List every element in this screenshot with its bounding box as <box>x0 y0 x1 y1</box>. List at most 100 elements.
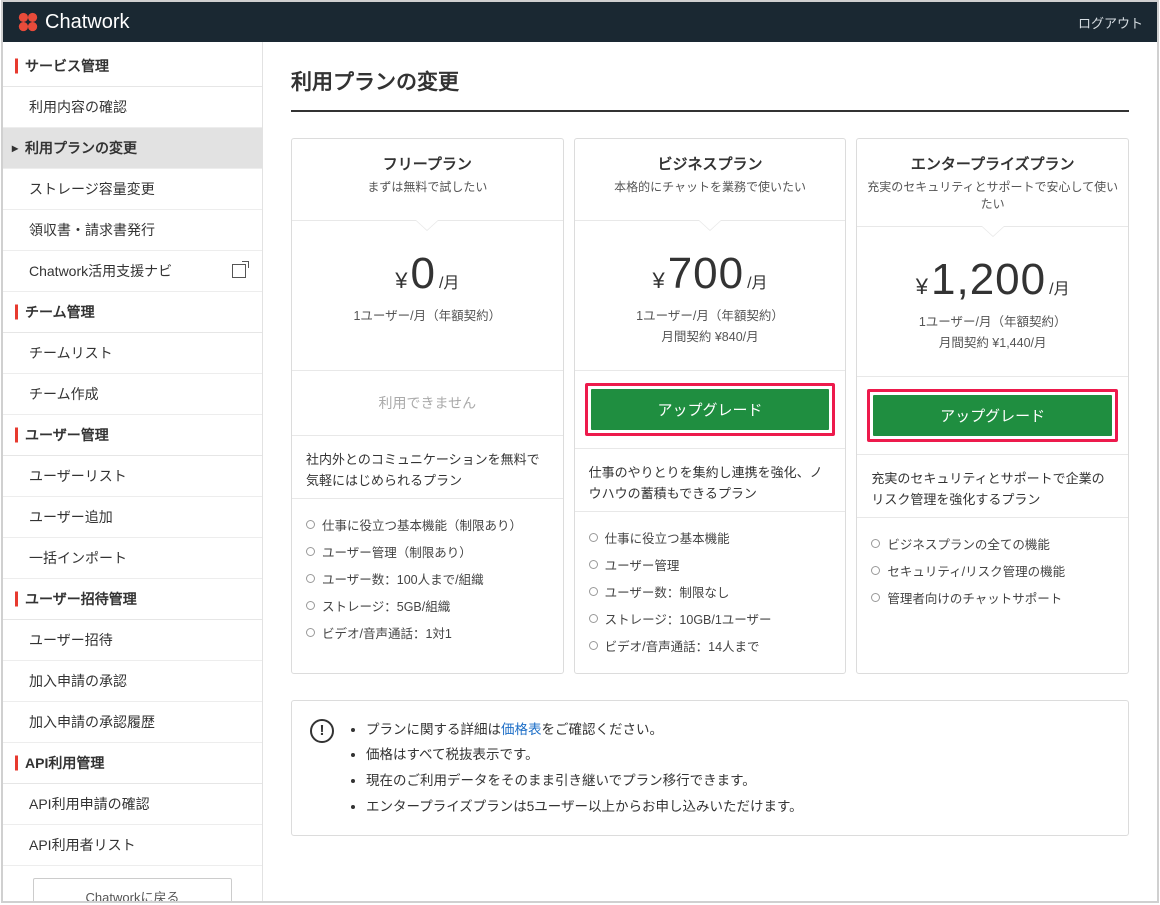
nav-item-label: API利用者リスト <box>29 835 136 855</box>
highlight-frame: アップグレード <box>867 389 1118 442</box>
price-note: 1ユーザー/月（年額契約） <box>302 305 553 324</box>
plan-feature-item: ビデオ/音声通話：14人まで <box>589 632 832 659</box>
plan-card: エンタープライズプラン充実のセキュリティとサポートで安心して使いたい¥1,200… <box>856 138 1129 674</box>
plan-feature-item: ユーザー数：制限なし <box>589 578 832 605</box>
logout-link[interactable]: ログアウト <box>1078 13 1143 32</box>
price-note-secondary: 月間契約 ¥840/月 <box>585 326 836 345</box>
nav-item[interactable]: 加入申請の承認履歴 <box>3 702 262 743</box>
nav-section-title: ユーザー招待管理 <box>3 579 262 620</box>
price-period: /月 <box>747 269 767 293</box>
nav-item-label: ユーザー追加 <box>29 507 113 527</box>
plan-feature-item: ストレージ：10GB/1ユーザー <box>589 605 832 632</box>
brand-name: Chatwork <box>45 11 129 34</box>
plan-feature-item: 仕事に役立つ基本機能 <box>589 524 832 551</box>
plan-name: エンタープライズプラン <box>865 153 1120 174</box>
price-note: 1ユーザー/月（年額契約） <box>867 311 1118 330</box>
plan-header: ビジネスプラン本格的にチャットを業務で使いたい <box>575 139 846 221</box>
plan-feature-item: 仕事に役立つ基本機能（制限あり） <box>306 511 549 538</box>
plan-description: 充実のセキュリティとサポートで企業のリスク管理を強化するプラン <box>857 455 1128 518</box>
nav-item-label: ユーザーリスト <box>29 466 127 486</box>
page-title: 利用プランの変更 <box>291 60 1129 112</box>
nav-item[interactable]: API利用者リスト <box>3 825 262 866</box>
nav-item-label: 加入申請の承認 <box>29 671 127 691</box>
plan-features: 仕事に役立つ基本機能（制限あり）ユーザー管理（制限あり）ユーザー数：100人まで… <box>292 499 563 660</box>
plan-feature-item: 管理者向けのチャットサポート <box>871 584 1114 611</box>
plan-action: アップグレード <box>857 377 1128 455</box>
sidebar: サービス管理利用内容の確認利用プランの変更ストレージ容量変更領収書・請求書発行 C… <box>3 42 263 901</box>
back-to-chatwork-button[interactable]: Chatworkに戻る <box>33 878 232 901</box>
pricing-link[interactable]: 価格表 <box>501 722 542 737</box>
plan-card: ビジネスプラン本格的にチャットを業務で使いたい ¥700/月 1ユーザー/月（年額契… <box>574 138 847 674</box>
price-note-secondary: 月間契約 ¥1,440/月 <box>867 332 1118 351</box>
nav-item[interactable]: 領収書・請求書発行 <box>3 210 262 251</box>
nav-item-label: 利用プランの変更 <box>25 138 137 158</box>
nav-item[interactable]: 利用プランの変更 <box>3 128 262 169</box>
plan-header: エンタープライズプラン充実のセキュリティとサポートで安心して使いたい <box>857 139 1128 227</box>
plan-description: 社内外とのコミュニケーションを無料で気軽にはじめられるプラン <box>292 436 563 499</box>
plan-name: フリープラン <box>300 153 555 174</box>
plan-feature-item: セキュリティ/リスク管理の機能 <box>871 557 1114 584</box>
price-amount: 700 <box>668 249 744 299</box>
nav-item[interactable]: 一括インポート <box>3 538 262 579</box>
notice-box: ! プランに関する詳細は価格表をご確認ください。価格はすべて税抜表示です。現在の… <box>291 700 1129 837</box>
price-period: /月 <box>439 269 459 293</box>
nav-item[interactable]: API利用申請の確認 <box>3 784 262 825</box>
price-amount: 1,200 <box>931 255 1046 305</box>
price-period: /月 <box>1049 275 1069 299</box>
plan-subtitle: 本格的にチャットを業務で使いたい <box>583 178 838 195</box>
plan-action: 利用できません <box>292 371 563 436</box>
plan-features: 仕事に役立つ基本機能ユーザー管理ユーザー数：制限なしストレージ：10GB/1ユー… <box>575 512 846 673</box>
info-icon: ! <box>310 719 334 743</box>
plan-feature-item: ユーザー数：100人まで/組織 <box>306 565 549 592</box>
nav-item[interactable]: Chatwork活用支援ナビ <box>3 251 262 292</box>
plan-price: ¥1,200/月 1ユーザー/月（年額契約） 月間契約 ¥1,440/月 <box>857 227 1128 377</box>
nav-item[interactable]: チーム作成 <box>3 374 262 415</box>
price-note: 1ユーザー/月（年額契約） <box>585 305 836 324</box>
nav-item[interactable]: ユーザー招待 <box>3 620 262 661</box>
main-content: 利用プランの変更 フリープランまずは無料で試したい¥0/月1ユーザー/月（年額契… <box>263 42 1157 901</box>
nav-item-label: 領収書・請求書発行 <box>29 220 155 240</box>
chatwork-logo-icon <box>17 11 39 33</box>
upgrade-button[interactable]: アップグレード <box>591 389 830 430</box>
plan-price: ¥700/月 1ユーザー/月（年額契約） 月間契約 ¥840/月 <box>575 221 846 371</box>
currency-symbol: ¥ <box>395 268 407 294</box>
nav-section-title: チーム管理 <box>3 292 262 333</box>
currency-symbol: ¥ <box>652 268 664 294</box>
nav-item-label: API利用申請の確認 <box>29 794 150 814</box>
nav-item[interactable]: ユーザーリスト <box>3 456 262 497</box>
nav-item[interactable]: ユーザー追加 <box>3 497 262 538</box>
notice-item: 価格はすべて税抜表示です。 <box>366 742 803 768</box>
plan-card: フリープランまずは無料で試したい¥0/月1ユーザー/月（年額契約）利用できません… <box>291 138 564 674</box>
plan-header: フリープランまずは無料で試したい <box>292 139 563 221</box>
nav-section-title: API利用管理 <box>3 743 262 784</box>
currency-symbol: ¥ <box>916 274 928 300</box>
nav-item-label: ユーザー招待 <box>29 630 113 650</box>
plan-feature-item: ビジネスプランの全ての機能 <box>871 530 1114 557</box>
plans-container: フリープランまずは無料で試したい¥0/月1ユーザー/月（年額契約）利用できません… <box>291 138 1129 674</box>
plan-name: ビジネスプラン <box>583 153 838 174</box>
nav-item-label: 一括インポート <box>29 548 127 568</box>
plan-feature-item: ユーザー管理（制限あり） <box>306 538 549 565</box>
nav-item[interactable]: ストレージ容量変更 <box>3 169 262 210</box>
nav-item[interactable]: 利用内容の確認 <box>3 87 262 128</box>
nav-item-label: 利用内容の確認 <box>29 97 127 117</box>
plan-subtitle: まずは無料で試したい <box>300 178 555 195</box>
plan-description: 仕事のやりとりを集約し連携を強化、ノウハウの蓄積もできるプラン <box>575 449 846 512</box>
app-header: Chatwork ログアウト <box>3 2 1157 42</box>
plan-feature-item: ビデオ/音声通話：1対1 <box>306 619 549 646</box>
notice-item: 現在のご利用データをそのまま引き継いでプラン移行できます。 <box>366 768 803 794</box>
plan-action: アップグレード <box>575 371 846 449</box>
upgrade-button[interactable]: アップグレード <box>873 395 1112 436</box>
nav-section-title: ユーザー管理 <box>3 415 262 456</box>
nav-item-label: チーム作成 <box>29 384 99 404</box>
nav-item-label: チームリスト <box>29 343 113 363</box>
nav-section-title: サービス管理 <box>3 46 262 87</box>
plan-features: ビジネスプランの全ての機能セキュリティ/リスク管理の機能管理者向けのチャットサポ… <box>857 518 1128 625</box>
nav-item[interactable]: チームリスト <box>3 333 262 374</box>
notice-list: プランに関する詳細は価格表をご確認ください。価格はすべて税抜表示です。現在のご利… <box>350 717 803 820</box>
plan-feature-item: ユーザー管理 <box>589 551 832 578</box>
highlight-frame: アップグレード <box>585 383 836 436</box>
nav-item[interactable]: 加入申請の承認 <box>3 661 262 702</box>
plan-price: ¥0/月1ユーザー/月（年額契約） <box>292 221 563 371</box>
notice-item: エンタープライズプランは5ユーザー以上からお申し込みいただけます。 <box>366 794 803 820</box>
